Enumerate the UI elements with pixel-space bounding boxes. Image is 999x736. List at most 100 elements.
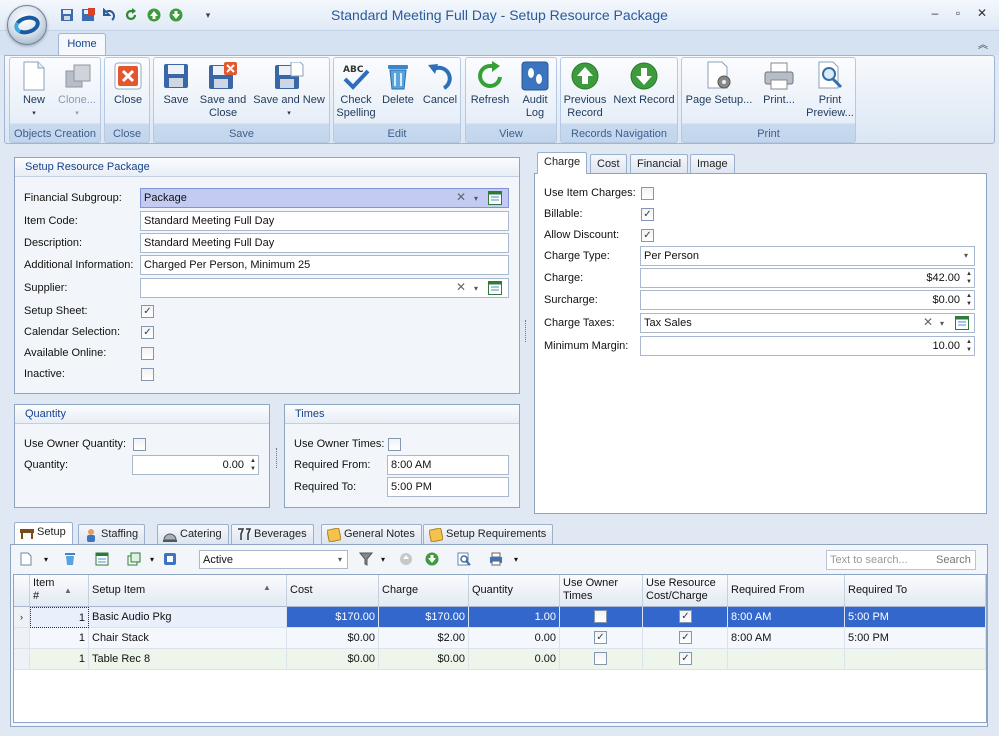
grid-next-icon[interactable] <box>424 551 440 567</box>
charge-taxes-lookup-icon[interactable] <box>955 316 969 333</box>
row-use-resource-checkbox[interactable]: ✓ <box>679 631 692 644</box>
print-button[interactable]: Print... <box>756 60 802 107</box>
grid-filter-icon[interactable] <box>358 551 374 567</box>
col-header-cost[interactable]: Cost <box>287 575 379 607</box>
financial-subgroup-combo[interactable]: Package <box>140 188 509 208</box>
tab-staffing[interactable]: Staffing <box>78 524 146 544</box>
minimum-margin-spin-icon[interactable]: ▲ ▼ <box>964 338 972 354</box>
grid-new-dropdown-icon[interactable]: ▾ <box>38 551 54 567</box>
charge-taxes-clear-icon[interactable]: ✕ <box>923 315 933 329</box>
grid-print-dropdown-icon[interactable]: ▾ <box>508 551 524 567</box>
tab-catering[interactable]: Catering <box>157 524 229 544</box>
tab-beverages[interactable]: Beverages <box>231 524 314 544</box>
quantity-stepper[interactable]: 0.00 ▲ ▼ <box>132 455 259 475</box>
charge-type-select[interactable]: Per Person <box>640 246 975 266</box>
cell-setup-item[interactable]: Chair Stack <box>89 628 287 649</box>
cell-use-owner-times[interactable]: ✓ <box>560 628 643 649</box>
center-splitter-handle[interactable] <box>525 320 528 342</box>
col-header-quantity[interactable]: Quantity <box>469 575 560 607</box>
charge-field[interactable]: $42.00 ▲ ▼ <box>640 268 975 288</box>
row-use-owner-checkbox[interactable] <box>594 610 607 623</box>
cell-item[interactable]: 1 <box>30 607 89 628</box>
vertical-splitter-handle[interactable] <box>276 448 279 468</box>
tab-image[interactable]: Image <box>690 154 735 174</box>
cell-setup-item[interactable]: Basic Audio Pkg <box>89 607 287 628</box>
use-item-charges-checkbox[interactable] <box>641 187 654 200</box>
close-window-button[interactable]: ✕ <box>972 5 992 21</box>
charge-spin-icon[interactable]: ▲ ▼ <box>964 270 972 286</box>
col-header-use-owner-times[interactable]: Use Owner Times <box>560 575 643 607</box>
cancel-button[interactable]: Cancel <box>420 60 460 107</box>
grid-export-icon[interactable] <box>162 551 178 567</box>
row-use-resource-checkbox[interactable]: ✓ <box>679 652 692 665</box>
table-row[interactable]: 1 Table Rec 8 $0.00 $0.00 0.00 ✓ <box>14 649 986 670</box>
close-button[interactable]: Close <box>108 60 148 107</box>
cell-cost[interactable]: $0.00 <box>287 649 379 670</box>
supplier-combo[interactable] <box>140 278 509 298</box>
required-from-field[interactable]: 8:00 AM <box>387 455 509 475</box>
previous-record-button[interactable]: Previous Record <box>563 60 607 120</box>
billable-checkbox[interactable]: ✓ <box>641 208 654 221</box>
grid-preview-icon[interactable] <box>456 551 472 567</box>
col-header-required-to[interactable]: Required To <box>845 575 986 607</box>
inactive-checkbox[interactable] <box>141 368 154 381</box>
row-use-owner-checkbox[interactable] <box>594 652 607 665</box>
print-preview-button[interactable]: Print Preview... <box>804 60 856 120</box>
charge-taxes-dropdown-icon[interactable]: ▾ <box>940 319 944 328</box>
application-menu-button[interactable] <box>7 5 47 45</box>
grid-filter-dropdown-icon[interactable]: ▾ <box>375 551 391 567</box>
cell-required-to[interactable] <box>845 649 986 670</box>
page-setup-button[interactable]: Page Setup... <box>684 60 754 107</box>
col-header-setup-item[interactable]: Setup Item ▲ <box>89 575 287 607</box>
quantity-spin-icon[interactable]: ▲ ▼ <box>248 457 256 473</box>
setup-sheet-checkbox[interactable]: ✓ <box>141 305 154 318</box>
tab-charge[interactable]: Charge <box>537 152 588 174</box>
financial-subgroup-clear-icon[interactable]: ✕ <box>456 190 466 204</box>
cell-required-to[interactable]: 5:00 PM <box>845 628 986 649</box>
save-and-new-button[interactable]: Save and New ▾ <box>252 60 326 120</box>
cell-required-from[interactable] <box>728 649 845 670</box>
cell-use-owner-times[interactable] <box>560 649 643 670</box>
tab-cost[interactable]: Cost <box>590 154 627 174</box>
grid-search-input[interactable]: Text to search... <box>830 554 908 566</box>
allow-discount-checkbox[interactable]: ✓ <box>641 229 654 242</box>
cell-quantity[interactable]: 0.00 <box>469 628 560 649</box>
cell-use-resource[interactable]: ✓ <box>643 607 728 628</box>
grid-print-icon[interactable] <box>488 551 504 567</box>
additional-information-field[interactable]: Charged Per Person, Minimum 25 <box>140 255 509 275</box>
cell-setup-item[interactable]: Table Rec 8 <box>89 649 287 670</box>
cell-item[interactable]: 1 <box>30 628 89 649</box>
minimize-button[interactable]: – <box>925 5 945 21</box>
refresh-button[interactable]: Refresh <box>468 60 512 107</box>
surcharge-spin-icon[interactable]: ▲ ▼ <box>964 292 972 308</box>
cell-cost[interactable]: $0.00 <box>287 628 379 649</box>
supplier-lookup-icon[interactable] <box>488 281 502 298</box>
audit-log-button[interactable]: Audit Log <box>516 60 554 120</box>
grid-status-filter-select[interactable]: Active <box>199 550 348 569</box>
grid-search-button[interactable]: Search <box>936 554 971 566</box>
cell-charge[interactable]: $2.00 <box>379 628 469 649</box>
ribbon-collapse-icon[interactable]: ︽ <box>978 36 988 51</box>
tab-setup[interactable]: Setup <box>14 522 73 544</box>
grid-copy-icon[interactable] <box>126 551 142 567</box>
cell-use-owner-times[interactable] <box>560 607 643 628</box>
tab-home[interactable]: Home <box>58 33 106 55</box>
item-code-field[interactable]: Standard Meeting Full Day <box>140 211 509 231</box>
financial-subgroup-lookup-icon[interactable] <box>488 191 502 208</box>
grid-status-filter-dropdown-icon[interactable]: ▾ <box>338 555 342 564</box>
check-spelling-button[interactable]: ABC Check Spelling <box>336 60 376 120</box>
save-button[interactable]: Save <box>158 60 194 107</box>
tab-general-notes[interactable]: General Notes <box>321 524 422 544</box>
cell-quantity[interactable]: 0.00 <box>469 649 560 670</box>
next-record-button[interactable]: Next Record <box>611 60 677 107</box>
row-use-owner-checkbox[interactable]: ✓ <box>594 631 607 644</box>
save-and-close-button[interactable]: Save and Close <box>198 60 248 120</box>
cell-required-to[interactable]: 5:00 PM <box>845 607 986 628</box>
cell-required-from[interactable]: 8:00 AM <box>728 607 845 628</box>
cell-item[interactable]: 1 <box>30 649 89 670</box>
grid-save-icon[interactable] <box>94 551 110 567</box>
col-header-item[interactable]: Item # ▲ <box>30 575 89 607</box>
surcharge-field[interactable]: $0.00 ▲ ▼ <box>640 290 975 310</box>
available-online-checkbox[interactable] <box>141 347 154 360</box>
delete-button[interactable]: Delete <box>378 60 418 107</box>
